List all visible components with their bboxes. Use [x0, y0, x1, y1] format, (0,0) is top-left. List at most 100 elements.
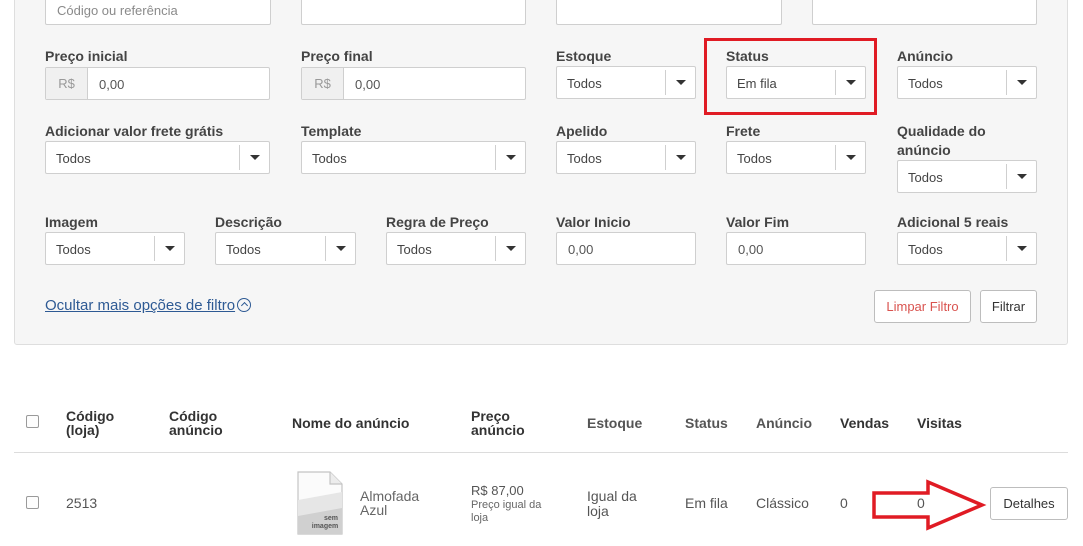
frete-label: Frete: [726, 123, 761, 139]
estoque-select[interactable]: Todos: [556, 66, 696, 99]
header-codigo-loja-1: Código: [66, 408, 115, 424]
header-status: Status: [685, 415, 728, 431]
status-highlight-annotation: [704, 38, 877, 115]
adicional-label: Adicional 5 reais: [897, 214, 1009, 230]
thumb-text-line2: imagem: [312, 523, 338, 530]
preco-inicial-placeholder: 0,00: [99, 77, 125, 92]
anuncio-select[interactable]: Todos: [897, 66, 1037, 99]
toggle-filters-label: Ocultar mais opções de filtro: [45, 297, 236, 314]
imagem-label: Imagem: [45, 214, 98, 230]
chevron-down-icon: [154, 236, 184, 261]
valor-fim-input[interactable]: 0,00: [726, 232, 866, 265]
qualidade-select[interactable]: Todos: [897, 160, 1037, 193]
header-visitas: Visitas: [917, 415, 962, 431]
chevron-down-icon: [665, 70, 695, 95]
thumb-text-line1: sem: [324, 515, 338, 522]
clear-filter-button[interactable]: Limpar Filtro: [874, 290, 971, 323]
header-codigo-anuncio-1: Código: [169, 408, 218, 424]
currency-prefix: R$: [46, 68, 88, 99]
frete-select[interactable]: Todos: [726, 141, 866, 174]
anuncio-select-value: Todos: [908, 76, 943, 91]
imagem-select[interactable]: Todos: [45, 232, 185, 265]
row-estoque-line1: Igual da: [587, 488, 637, 504]
filter-button[interactable]: Filtrar: [980, 290, 1037, 323]
adicional-select-value: Todos: [908, 242, 943, 257]
codigo-input[interactable]: Código ou referência: [45, 0, 271, 25]
preco-final-input[interactable]: R$ 0,00: [301, 67, 526, 100]
top-input-3[interactable]: [556, 0, 782, 25]
descricao-select[interactable]: Todos: [215, 232, 356, 265]
adicionar-frete-select-value: Todos: [56, 151, 91, 166]
header-estoque: Estoque: [587, 415, 643, 431]
chevron-down-icon: [495, 236, 525, 261]
template-select-value: Todos: [312, 151, 347, 166]
anuncio-label: Anúncio: [897, 48, 953, 64]
arrow-right-annotation-icon: [872, 479, 987, 531]
preco-final-label: Preço final: [301, 48, 373, 64]
qualidade-label-line1: Qualidade do: [897, 123, 986, 139]
adicionar-frete-label: Adicionar valor frete grátis: [45, 123, 224, 139]
table-header-divider: [14, 452, 1068, 453]
select-all-checkbox[interactable]: [26, 415, 39, 428]
preco-inicial-label: Preço inicial: [45, 48, 128, 64]
valor-inicio-input[interactable]: 0,00: [556, 232, 696, 265]
row-anuncio: Clássico: [756, 495, 809, 511]
template-select[interactable]: Todos: [301, 141, 526, 174]
row-preco: R$ 87,00: [471, 483, 524, 498]
toggle-filters-link[interactable]: Ocultar mais opções de filtro: [45, 297, 252, 314]
row-checkbox[interactable]: [26, 496, 39, 509]
currency-prefix: R$: [302, 68, 344, 99]
header-codigo-loja-2: (loja): [66, 422, 100, 438]
header-vendas: Vendas: [840, 415, 890, 431]
row-codigo-loja: 2513: [66, 495, 98, 511]
chevron-down-icon: [665, 145, 695, 170]
chevron-down-icon: [1006, 164, 1036, 189]
row-estoque-line2: loja: [587, 503, 609, 519]
details-button[interactable]: Detalhes: [990, 487, 1068, 520]
header-preco-2: anúncio: [471, 422, 525, 438]
chevron-down-icon: [325, 236, 355, 261]
header-anuncio: Anúncio: [756, 415, 812, 431]
adicional-select[interactable]: Todos: [897, 232, 1037, 265]
apelido-select[interactable]: Todos: [556, 141, 696, 174]
qualidade-select-value: Todos: [908, 170, 943, 185]
apelido-label: Apelido: [556, 123, 608, 139]
estoque-label: Estoque: [556, 48, 612, 64]
qualidade-label-line2: anúncio: [897, 142, 951, 158]
imagem-select-value: Todos: [56, 242, 91, 257]
apelido-select-value: Todos: [567, 151, 602, 166]
top-input-4[interactable]: [812, 0, 1037, 25]
row-nome-line2: Azul: [360, 502, 388, 518]
valor-fim-label: Valor Fim: [726, 214, 790, 230]
adicionar-frete-select[interactable]: Todos: [45, 141, 270, 174]
row-status: Em fila: [685, 495, 728, 511]
header-nome-anuncio: Nome do anúncio: [292, 415, 410, 431]
template-label: Template: [301, 123, 362, 139]
header-codigo-anuncio-2: anúncio: [169, 422, 223, 438]
valor-inicio-placeholder: 0,00: [568, 242, 594, 257]
chevron-down-icon: [1006, 236, 1036, 261]
valor-inicio-label: Valor Inicio: [556, 214, 631, 230]
chevron-down-icon: [239, 145, 269, 170]
chevron-down-icon: [1006, 70, 1036, 95]
chevron-down-icon: [835, 145, 865, 170]
row-vendas: 0: [840, 495, 848, 511]
estoque-select-value: Todos: [567, 76, 602, 91]
no-image-thumbnail-icon: sem imagem: [297, 471, 343, 535]
preco-inicial-input[interactable]: R$ 0,00: [45, 67, 270, 100]
regra-preco-select[interactable]: Todos: [386, 232, 526, 265]
header-preco-1: Preço: [471, 408, 510, 424]
regra-preco-select-value: Todos: [397, 242, 432, 257]
valor-fim-placeholder: 0,00: [738, 242, 764, 257]
chevron-up-circle-icon: [237, 298, 252, 312]
regra-preco-label: Regra de Preço: [386, 214, 489, 230]
descricao-select-value: Todos: [226, 242, 261, 257]
codigo-placeholder: Código ou referência: [57, 3, 178, 18]
frete-select-value: Todos: [737, 151, 772, 166]
descricao-label: Descrição: [215, 214, 282, 230]
preco-final-placeholder: 0,00: [355, 77, 381, 92]
row-preco-note-line1: Preço igual da: [471, 499, 542, 511]
row-preco-note-line2: loja: [471, 512, 489, 524]
chevron-down-icon: [495, 145, 525, 170]
top-input-2[interactable]: [301, 0, 526, 25]
